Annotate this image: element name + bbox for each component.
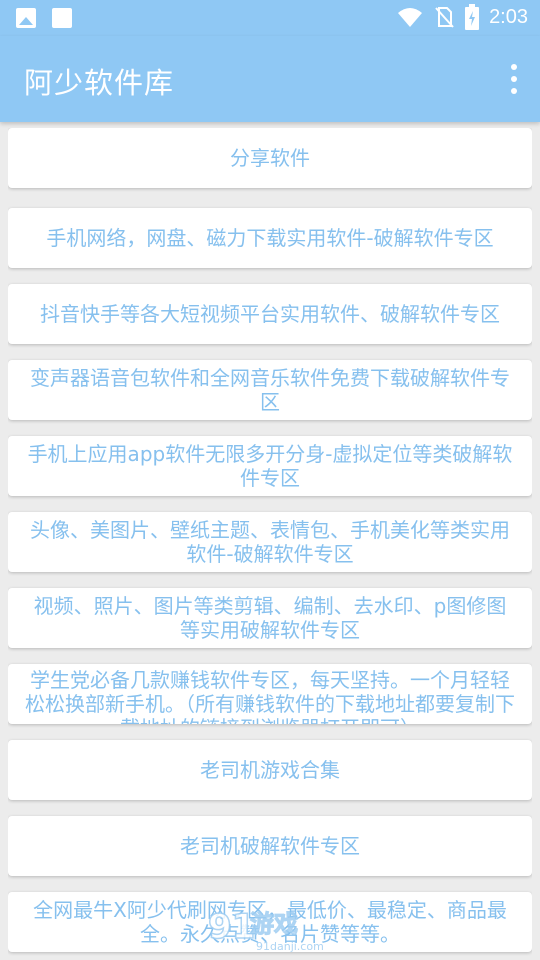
- list-item-video-editing[interactable]: 视频、照片、图片等类剪辑、编制、去水印、p图修图等实用破解软件专区: [8, 588, 532, 648]
- list-item-voice-music[interactable]: 变声器语音包软件和全网音乐软件免费下载破解软件专区: [8, 360, 532, 420]
- svg-text:游戏: 游戏: [250, 910, 298, 938]
- list-item-short-video[interactable]: 抖音快手等各大短视频平台实用软件、破解软件专区: [8, 284, 532, 344]
- list-item-share-software[interactable]: 分享软件: [8, 128, 532, 188]
- software-category-list[interactable]: 分享软件 手机网络，网盘、磁力下载实用软件-破解软件专区 抖音快手等各大短视频平…: [8, 128, 532, 960]
- list-item-label: 老司机游戏合集: [200, 758, 340, 782]
- list-item-multi-open-location[interactable]: 手机上应用app软件无限多开分身-虚拟定位等类破解软件专区: [8, 436, 532, 496]
- watermark-logo: 91 游戏 91danji.com: [207, 906, 324, 953]
- list-item-games[interactable]: 老司机游戏合集: [8, 740, 532, 800]
- list-item-label: 视频、照片、图片等类剪辑、编制、去水印、p图修图等实用破解软件专区: [33, 594, 507, 642]
- menu-dot: [511, 76, 517, 82]
- image-notification-icon: [16, 8, 36, 28]
- list-item-earn-money[interactable]: 学生党必备几款赚钱软件专区，每天坚持。一个月轻轻松松换部新手机。（所有赚钱软件的…: [8, 664, 532, 724]
- list-item-network-download[interactable]: 手机网络，网盘、磁力下载实用软件-破解软件专区: [8, 208, 532, 268]
- list-item-label: 手机网络，网盘、磁力下载实用软件-破解软件专区: [46, 226, 494, 250]
- square-notification-icon: [52, 8, 72, 28]
- wifi-icon: [398, 8, 423, 27]
- list-item-beautify[interactable]: 头像、美图片、壁纸主题、表情包、手机美化等类实用软件-破解软件专区: [8, 512, 532, 572]
- list-item-label: 抖音快手等各大短视频平台实用软件、破解软件专区: [40, 302, 500, 326]
- notification-icons: [16, 8, 72, 28]
- list-item-label: 老司机破解软件专区: [180, 834, 360, 858]
- list-item-label: 头像、美图片、壁纸主题、表情包、手机美化等类实用软件-破解软件专区: [30, 518, 510, 566]
- app-title: 阿少软件库: [24, 66, 175, 100]
- list-item-cracked-software[interactable]: 老司机破解软件专区: [8, 816, 532, 876]
- status-time: 2:03: [489, 5, 528, 28]
- system-icons: 2:03: [397, 4, 528, 30]
- status-bar: 2:03: [0, 0, 540, 36]
- list-item-label: 学生党必备几款赚钱软件专区，每天坚持。一个月轻轻松松换部新手机。（所有赚钱软件的…: [25, 668, 515, 724]
- list-item-label: 分享软件: [230, 146, 310, 170]
- more-vert-icon[interactable]: [506, 64, 522, 94]
- menu-dot: [511, 88, 517, 94]
- list-item-label: 手机上应用app软件无限多开分身-虚拟定位等类破解软件专区: [27, 442, 513, 490]
- svg-text:91: 91: [208, 907, 255, 947]
- battery-charging-icon: [465, 4, 480, 30]
- app-bar: 阿少软件库: [0, 36, 540, 122]
- svg-text:91danji.com: 91danji.com: [256, 940, 324, 953]
- no-sim-icon: [435, 7, 454, 28]
- list-item-label: 变声器语音包软件和全网音乐软件免费下载破解软件专区: [30, 366, 510, 414]
- menu-dot: [511, 64, 517, 70]
